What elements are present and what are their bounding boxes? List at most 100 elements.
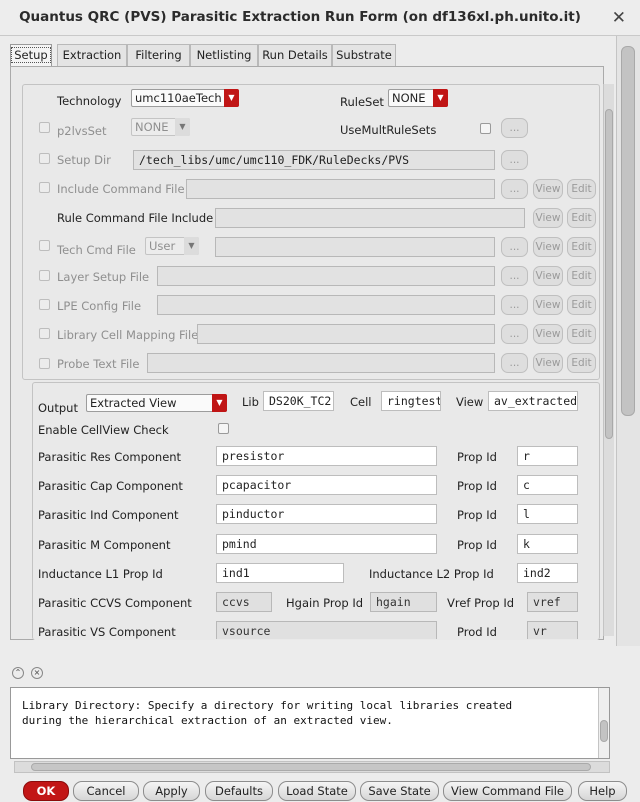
tech-cmd-file-edit-button[interactable]: Edit	[567, 237, 596, 257]
collapse-pane-icon[interactable]: ×	[31, 667, 43, 679]
chevron-down-icon: ▼	[212, 394, 227, 412]
p2lvsset-checkbox[interactable]	[39, 122, 50, 133]
cap-component-field[interactable]: pcapacitor	[216, 475, 437, 495]
ruleset-combo[interactable]: NONE ▼	[388, 89, 448, 107]
tech-cmd-file-browse-button[interactable]: ...	[501, 237, 528, 257]
res-prop-id-field[interactable]: r	[517, 446, 578, 466]
ind-component-field[interactable]: pinductor	[216, 504, 437, 524]
view-field[interactable]: av_extracted	[488, 391, 578, 411]
form-scrollbar[interactable]	[603, 84, 614, 636]
save-state-button[interactable]: Save State	[360, 781, 439, 801]
tech-cmd-file-label: Tech Cmd File	[57, 243, 136, 257]
tech-cmd-file-field[interactable]	[215, 237, 495, 257]
close-icon[interactable]: ✕	[612, 8, 626, 28]
layer-setup-file-field[interactable]	[157, 266, 495, 286]
ok-button[interactable]: OK	[23, 781, 69, 801]
tab-substrate[interactable]: Substrate	[332, 44, 396, 66]
lpe-config-file-checkbox[interactable]	[39, 299, 50, 310]
form-scrollbar-thumb[interactable]	[605, 109, 613, 439]
library-cell-mapping-file-field[interactable]	[197, 324, 495, 344]
lpe-config-file-edit-button[interactable]: Edit	[567, 295, 596, 315]
enable-cellview-check-checkbox[interactable]	[218, 423, 229, 434]
window-scrollbar-thumb[interactable]	[621, 46, 635, 416]
res-component-label: Parasitic Res Component	[38, 450, 182, 464]
usemultrulesets-label: UseMultRuleSets	[340, 123, 437, 137]
include-command-file-edit-button[interactable]: Edit	[567, 179, 596, 199]
tech-cmd-file-combo[interactable]: User ▼	[145, 237, 199, 255]
include-command-file-checkbox[interactable]	[39, 182, 50, 193]
horizontal-scrollbar[interactable]	[14, 761, 610, 773]
rule-command-file-edit-button[interactable]: Edit	[567, 208, 596, 228]
vs-prop-id-field[interactable]: vr	[527, 621, 578, 639]
m-component-field[interactable]: pmind	[216, 534, 437, 554]
cap-prop-id-field[interactable]: c	[517, 475, 578, 495]
expand-pane-icon[interactable]: ⌃	[12, 667, 24, 679]
probe-text-file-checkbox[interactable]	[39, 358, 50, 369]
library-cell-mapping-file-checkbox[interactable]	[39, 328, 50, 339]
load-state-button[interactable]: Load State	[278, 781, 356, 801]
lpe-config-file-view-button[interactable]: View	[533, 295, 563, 315]
apply-button[interactable]: Apply	[143, 781, 200, 801]
cap-component-label: Parasitic Cap Component	[38, 479, 183, 493]
vs-row-clip: Parasitic VS Component vsource Prod Id v…	[33, 620, 599, 639]
tab-run-details[interactable]: Run Details	[258, 44, 332, 66]
p2lvsset-combo[interactable]: NONE ▼	[131, 118, 190, 136]
cap-prop-id-label: Prop Id	[457, 479, 497, 493]
layer-setup-file-edit-button[interactable]: Edit	[567, 266, 596, 286]
layer-setup-file-browse-button[interactable]: ...	[501, 266, 528, 286]
library-cell-mapping-file-browse-button[interactable]: ...	[501, 324, 528, 344]
include-command-file-view-button[interactable]: View	[533, 179, 563, 199]
cancel-button[interactable]: Cancel	[73, 781, 139, 801]
probe-text-file-field[interactable]	[147, 353, 495, 373]
rule-command-file-view-button[interactable]: View	[533, 208, 563, 228]
setup-dir-browse-button[interactable]: ...	[501, 150, 528, 170]
help-scrollbar[interactable]	[598, 688, 609, 758]
probe-text-file-browse-button[interactable]: ...	[501, 353, 528, 373]
include-command-file-field[interactable]	[186, 179, 495, 199]
layer-setup-file-checkbox[interactable]	[39, 270, 50, 281]
probe-text-file-edit-button[interactable]: Edit	[567, 353, 596, 373]
usemultrulesets-browse-button[interactable]: ...	[501, 118, 528, 138]
help-text-box: Library Directory: Specify a directory f…	[10, 687, 610, 759]
m-prop-id-field[interactable]: k	[517, 534, 578, 554]
setup-dir-field[interactable]: /tech_libs/umc/umc110_FDK/RuleDecks/PVS	[133, 150, 495, 170]
tab-filtering[interactable]: Filtering	[127, 44, 190, 66]
inductance-l2-prop-id-field[interactable]: ind2	[517, 563, 578, 583]
inductance-l1-prop-id-field[interactable]: ind1	[216, 563, 344, 583]
usemultrulesets-checkbox[interactable]	[480, 123, 491, 134]
ccvs-component-label: Parasitic CCVS Component	[38, 596, 192, 610]
help-scrollbar-thumb[interactable]	[600, 720, 608, 742]
library-cell-mapping-file-edit-button[interactable]: Edit	[567, 324, 596, 344]
tab-setup[interactable]: Setup	[10, 44, 52, 67]
tab-netlisting[interactable]: Netlisting	[190, 44, 258, 66]
output-combo[interactable]: Extracted View ▼	[86, 394, 227, 412]
help-button[interactable]: Help	[578, 781, 627, 801]
p2lvsset-label: p2lvsSet	[57, 124, 107, 138]
horizontal-scrollbar-thumb[interactable]	[31, 763, 591, 771]
ccvs-component-field[interactable]: ccvs	[216, 592, 272, 612]
technology-combo[interactable]: umc110aeTech ▼	[131, 89, 239, 107]
chevron-down-icon: ▼	[184, 237, 199, 255]
tech-cmd-file-view-button[interactable]: View	[533, 237, 563, 257]
rule-command-file-include-field[interactable]	[215, 208, 525, 228]
lib-field[interactable]: DS20K_TC2	[263, 391, 334, 411]
window-scrollbar[interactable]	[616, 36, 640, 646]
lpe-config-file-browse-button[interactable]: ...	[501, 295, 528, 315]
probe-text-file-view-button[interactable]: View	[533, 353, 563, 373]
defaults-button[interactable]: Defaults	[205, 781, 273, 801]
ruleset-value: NONE	[392, 91, 426, 105]
hgain-prop-id-field[interactable]: hgain	[370, 592, 437, 612]
vs-component-field[interactable]: vsource	[216, 621, 437, 639]
tech-cmd-file-checkbox[interactable]	[39, 240, 50, 251]
res-component-field[interactable]: presistor	[216, 446, 437, 466]
include-command-file-browse-button[interactable]: ...	[501, 179, 528, 199]
setup-dir-checkbox[interactable]	[39, 153, 50, 164]
layer-setup-file-view-button[interactable]: View	[533, 266, 563, 286]
vref-prop-id-field[interactable]: vref	[527, 592, 578, 612]
tab-extraction[interactable]: Extraction	[57, 44, 127, 66]
library-cell-mapping-file-view-button[interactable]: View	[533, 324, 563, 344]
lpe-config-file-field[interactable]	[157, 295, 495, 315]
ind-prop-id-field[interactable]: l	[517, 504, 578, 524]
cell-field[interactable]: ringtest	[381, 391, 441, 411]
view-command-file-button[interactable]: View Command File	[443, 781, 572, 801]
